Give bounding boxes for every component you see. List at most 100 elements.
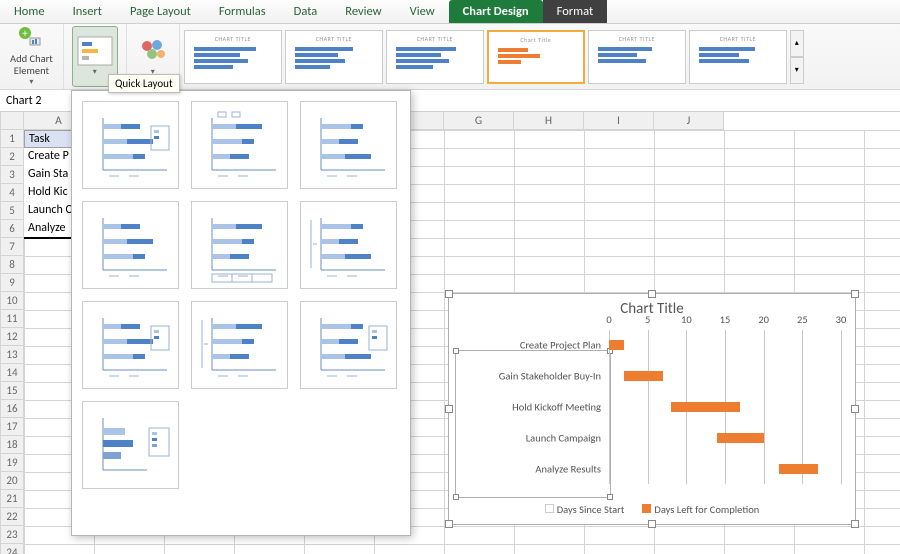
row-header-11[interactable]: 11 (0, 310, 24, 328)
resize-handle[interactable] (648, 520, 656, 528)
col-header-G[interactable]: G (444, 112, 514, 130)
quick-layout-tooltip: Quick Layout (108, 74, 180, 93)
row-header-8[interactable]: 8 (0, 256, 24, 274)
tab-page-layout[interactable]: Page Layout (116, 0, 205, 23)
quick-layout-option-2[interactable] (191, 101, 288, 189)
quick-layout-option-9[interactable] (300, 301, 397, 389)
resize-handle[interactable] (445, 405, 453, 413)
chart-styles-gallery: CHART TITLE CHART TITLE CHART TITLE Char… (180, 24, 808, 89)
col-header-H[interactable]: H (514, 112, 584, 130)
chevron-down-icon: ▾ (29, 77, 33, 87)
chevron-down-icon: ▾ (93, 67, 97, 77)
data-bar[interactable] (779, 464, 818, 474)
add-chart-element-button[interactable]: + Add Chart Element ▾ (8, 26, 55, 87)
resize-handle[interactable] (445, 290, 453, 298)
x-tick-label: 10 (681, 313, 692, 326)
data-bar[interactable] (609, 371, 624, 381)
chart-style-2[interactable]: CHART TITLE (285, 30, 383, 84)
row-header-10[interactable]: 10 (0, 292, 24, 310)
chart-legend[interactable]: Days Since Start Days Left for Completio… (449, 503, 855, 516)
quick-layout-dropdown (71, 90, 411, 536)
quick-layout-option-5[interactable] (191, 201, 288, 289)
quick-layout-option-8[interactable] (191, 301, 288, 389)
plot-area[interactable]: 051015202530Create Project PlanGain Stak… (609, 330, 841, 484)
quick-layout-option-7[interactable] (82, 301, 179, 389)
row-header-14[interactable]: 14 (0, 364, 24, 382)
x-tick-label: 15 (720, 313, 731, 326)
embedded-chart[interactable]: Chart Title 051015202530Create Project P… (448, 293, 856, 525)
resize-handle[interactable] (445, 520, 453, 528)
chart-style-3[interactable]: CHART TITLE (386, 30, 484, 84)
row-header-24[interactable]: 24 (0, 544, 24, 554)
tab-insert[interactable]: Insert (59, 0, 116, 23)
x-tick-label: 0 (606, 313, 611, 326)
tab-formulas[interactable]: Formulas (205, 0, 280, 23)
resize-handle[interactable] (648, 290, 656, 298)
row-header-1[interactable]: 1 (0, 130, 24, 148)
row-header-2[interactable]: 2 (0, 148, 24, 166)
tab-data[interactable]: Data (280, 0, 332, 23)
row-header-23[interactable]: 23 (0, 526, 24, 544)
colors-icon (137, 36, 169, 66)
chart-style-4[interactable]: Chart Title (487, 30, 585, 84)
category-label: Create Project Plan (459, 339, 609, 352)
x-tick-label: 20 (758, 313, 769, 326)
quick-layout-option-1[interactable] (82, 101, 179, 189)
chart-style-1[interactable]: CHART TITLE (184, 30, 282, 84)
select-all-triangle[interactable] (0, 112, 24, 130)
category-label: Hold Kickoff Meeting (459, 401, 609, 414)
data-bar[interactable] (671, 402, 741, 412)
col-header-I[interactable]: I (584, 112, 654, 130)
tab-chart-design[interactable]: Chart Design (449, 0, 543, 23)
data-bar[interactable] (609, 340, 624, 350)
data-bar[interactable] (609, 464, 779, 474)
row-header-15[interactable]: 15 (0, 382, 24, 400)
resize-handle[interactable] (851, 520, 859, 528)
row-header-18[interactable]: 18 (0, 436, 24, 454)
legend-entry-2: Days Left for Completion (654, 503, 759, 516)
row-header-16[interactable]: 16 (0, 400, 24, 418)
resize-handle[interactable] (851, 405, 859, 413)
add-chart-element-icon: + (18, 26, 44, 52)
tab-format[interactable]: Format (543, 0, 608, 23)
tab-home[interactable]: Home (0, 0, 59, 23)
chart-style-6[interactable]: CHART TITLE (689, 30, 787, 84)
tab-review[interactable]: Review (331, 0, 395, 23)
data-bar[interactable] (609, 433, 717, 443)
quick-layout-option-6[interactable] (300, 201, 397, 289)
row-header-4[interactable]: 4 (0, 184, 24, 202)
data-bar[interactable] (609, 402, 671, 412)
row-header-3[interactable]: 3 (0, 166, 24, 184)
chart-style-5[interactable]: CHART TITLE (588, 30, 686, 84)
row-header-7[interactable]: 7 (0, 238, 24, 256)
row-header-5[interactable]: 5 (0, 202, 24, 220)
legend-entry-1: Days Since Start (557, 503, 625, 516)
data-bar[interactable] (624, 371, 663, 381)
tab-view[interactable]: View (396, 0, 449, 23)
resize-handle[interactable] (851, 290, 859, 298)
col-header-J[interactable]: J (654, 112, 724, 130)
row-header-13[interactable]: 13 (0, 346, 24, 364)
row-header-19[interactable]: 19 (0, 454, 24, 472)
category-label: Gain Stakeholder Buy-In (459, 370, 609, 383)
quick-layout-icon (77, 36, 113, 66)
row-header-21[interactable]: 21 (0, 490, 24, 508)
row-header-20[interactable]: 20 (0, 472, 24, 490)
ribbon: + Add Chart Element ▾ ▾ ▾ CHART TITLE CH… (0, 24, 900, 90)
styles-scroll-down[interactable]: ▾ (790, 57, 804, 84)
ribbon-tabs: Home Insert Page Layout Formulas Data Re… (0, 0, 900, 24)
data-bar[interactable] (717, 433, 763, 443)
x-tick-label: 25 (797, 313, 808, 326)
category-label: Launch Campaign (459, 431, 609, 444)
row-header-9[interactable]: 9 (0, 274, 24, 292)
row-header-12[interactable]: 12 (0, 328, 24, 346)
quick-layout-option-4[interactable] (82, 201, 179, 289)
category-label: Analyze Results (459, 462, 609, 475)
row-header-22[interactable]: 22 (0, 508, 24, 526)
row-header-17[interactable]: 17 (0, 418, 24, 436)
quick-layout-option-3[interactable] (300, 101, 397, 189)
styles-scroll-up[interactable]: ▴ (790, 30, 804, 57)
name-box[interactable]: Chart 2 (0, 90, 78, 111)
row-header-6[interactable]: 6 (0, 220, 24, 238)
quick-layout-option-10[interactable] (82, 401, 179, 489)
